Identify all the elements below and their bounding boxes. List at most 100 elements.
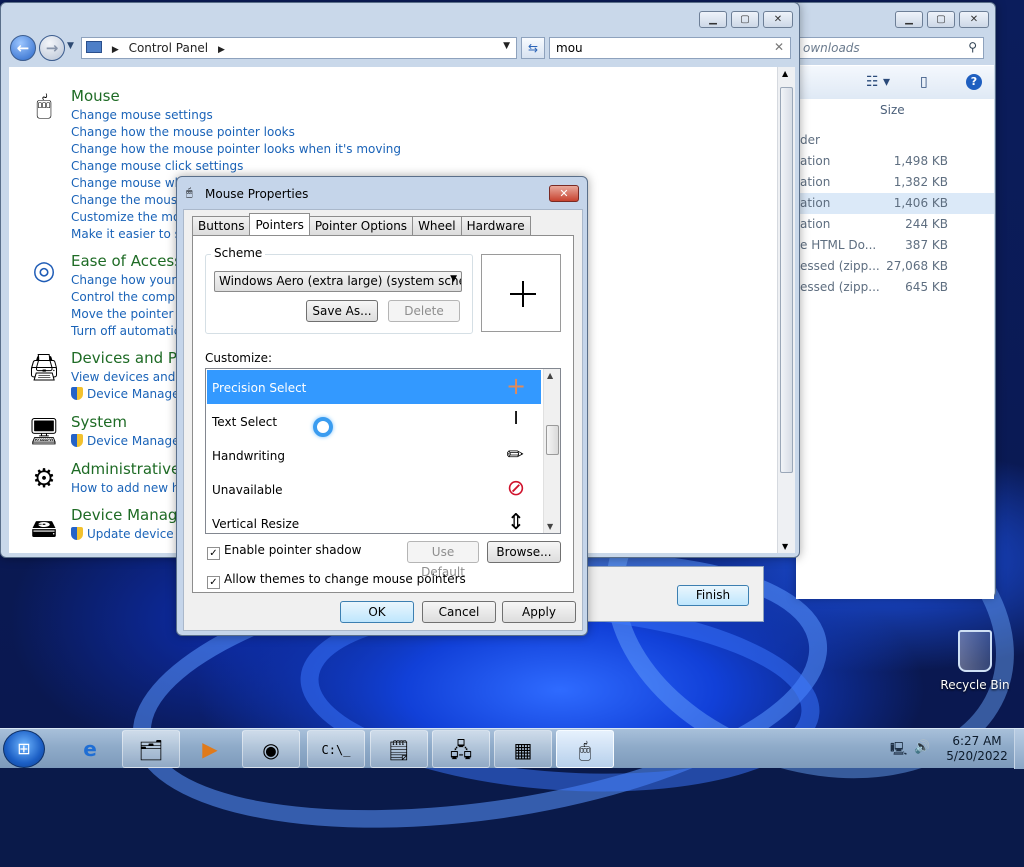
maximize-button[interactable]: ▢: [927, 11, 955, 28]
list-item[interactable]: ation 1,382 KB: [796, 172, 994, 193]
address-dropdown-icon[interactable]: ▼: [503, 41, 510, 51]
cursor-item-text-select[interactable]: Text Select I: [207, 404, 541, 438]
category-link[interactable]: Update device dr: [71, 527, 190, 541]
category-link[interactable]: Change mouse settings: [71, 108, 213, 122]
cancel-button[interactable]: Cancel: [422, 601, 496, 623]
mouse-properties-icon[interactable]: 🖱: [556, 730, 614, 768]
category-title[interactable]: Administrative: [71, 460, 180, 478]
tab-buttons[interactable]: Buttons: [192, 216, 251, 235]
scroll-down-icon[interactable]: ▼: [547, 522, 553, 531]
scroll-thumb[interactable]: [546, 425, 559, 455]
mouse-icon: 🖱: [36, 91, 52, 121]
tab-wheel[interactable]: Wheel: [412, 216, 462, 235]
volume-icon[interactable]: 🔊: [914, 740, 930, 755]
list-item[interactable]: essed (zipp... 27,068 KB: [796, 256, 994, 277]
command-prompt-icon[interactable]: C:\_: [307, 730, 365, 768]
delete-button[interactable]: Delete: [388, 300, 460, 322]
network-status-icon[interactable]: 🖳: [890, 740, 907, 762]
breadcrumb-chevron-icon[interactable]: ▶: [112, 45, 119, 55]
category-title[interactable]: Mouse: [71, 87, 120, 105]
category-link[interactable]: Change mouse click settings: [71, 159, 243, 173]
list-item[interactable]: essed (zipp... 645 KB: [796, 277, 994, 298]
back-button[interactable]: ←: [10, 35, 36, 61]
category-link[interactable]: Device Manager: [71, 434, 184, 448]
cursor-item-handwriting[interactable]: ✎ Handwriting: [207, 438, 541, 472]
category-title[interactable]: System: [71, 413, 127, 431]
category-link[interactable]: Device Manager: [71, 387, 184, 401]
forward-button[interactable]: →: [39, 35, 65, 61]
preview-pane-icon[interactable]: ▯: [920, 74, 928, 90]
use-default-button[interactable]: Use Default: [407, 541, 479, 579]
close-button[interactable]: ✕: [549, 185, 579, 202]
recent-pages-chevron-icon[interactable]: ▼: [67, 41, 74, 51]
category-link[interactable]: Change mouse whe: [71, 176, 190, 190]
ok-button[interactable]: OK: [340, 601, 414, 623]
breadcrumb[interactable]: Control Panel: [129, 41, 209, 55]
clear-search-icon[interactable]: ✕: [774, 40, 784, 54]
address-bar[interactable]: ▶ Control Panel ▶ ▼: [81, 37, 517, 59]
category-link[interactable]: Customize the mou: [71, 210, 188, 224]
internet-explorer-icon[interactable]: e: [61, 730, 119, 768]
tab-hardware[interactable]: Hardware: [460, 216, 531, 235]
allow-themes-checkbox[interactable]: ✓ Allow themes to change mouse pointers: [207, 572, 466, 589]
minimize-button[interactable]: ▁: [895, 11, 923, 28]
control-panel-search-input[interactable]: mou ✕: [549, 37, 791, 59]
category-link[interactable]: Change how your m: [71, 273, 192, 287]
scroll-down-icon[interactable]: ▼: [782, 542, 788, 551]
help-icon[interactable]: ?: [966, 74, 982, 90]
vertical-scrollbar[interactable]: ▲ ▼: [777, 67, 795, 553]
apply-button[interactable]: Apply: [502, 601, 576, 623]
list-item[interactable]: e HTML Do... 387 KB: [796, 235, 994, 256]
scroll-up-icon[interactable]: ▲: [782, 69, 788, 78]
crosshair-cursor-icon: [510, 281, 536, 307]
scheme-dropdown[interactable]: Windows Aero (extra large) (system schem…: [214, 271, 462, 292]
control-panel-icon[interactable]: ▦: [494, 730, 552, 768]
search-icon[interactable]: ⚲: [968, 40, 977, 54]
clock[interactable]: 6:27 AM 5/20/2022: [944, 734, 1010, 764]
minimize-button[interactable]: ▁: [699, 11, 727, 28]
category-link[interactable]: How to add new ha: [71, 481, 187, 495]
cursor-item-vertical-resize[interactable]: Vertical Resize ⇕: [207, 506, 541, 533]
category-link[interactable]: Change how the mouse pointer looks: [71, 125, 295, 139]
list-item[interactable]: ation 1,498 KB: [796, 151, 994, 172]
finish-button[interactable]: Finish: [677, 585, 749, 606]
list-item[interactable]: ation 244 KB: [796, 214, 994, 235]
category-link[interactable]: Change how the mouse pointer looks when …: [71, 142, 401, 156]
column-header-size[interactable]: Size: [880, 103, 905, 117]
category-link[interactable]: Control the comput: [71, 290, 187, 304]
category-link[interactable]: View devices and pr: [71, 370, 192, 384]
close-button[interactable]: ✕: [763, 11, 793, 28]
tab-pointers[interactable]: Pointers: [249, 213, 310, 235]
file-explorer-icon[interactable]: 🗂: [122, 730, 180, 768]
maximize-button[interactable]: ▢: [731, 11, 759, 28]
recycle-bin-shortcut[interactable]: Recycle Bin: [940, 630, 1010, 692]
scroll-up-icon[interactable]: ▲: [547, 371, 553, 380]
cursor-item-unavailable[interactable]: Unavailable ⊘: [207, 472, 541, 506]
tab-pointer-options[interactable]: Pointer Options: [308, 216, 414, 235]
cursor-item-precision-select[interactable]: Precision Select +: [207, 370, 541, 404]
media-player-icon[interactable]: ▶: [181, 730, 239, 768]
refresh-button[interactable]: ⇆: [521, 37, 545, 59]
scheme-value: Windows Aero (extra large) (system schem…: [219, 274, 461, 288]
browse-button[interactable]: Browse...: [487, 541, 561, 563]
list-item[interactable]: ation 1,406 KB: [796, 193, 994, 214]
explorer-search-input[interactable]: ownloads ⚲: [796, 37, 984, 59]
notepad-icon[interactable]: 🗒: [370, 730, 428, 768]
show-desktop-button[interactable]: [1014, 729, 1024, 769]
scheme-group: Windows Aero (extra large) (system schem…: [205, 254, 473, 334]
view-options-icon[interactable]: ☷ ▾: [866, 74, 890, 90]
cursor-list[interactable]: Precision Select + Text Select I ✎ Handw…: [205, 368, 561, 534]
category-title[interactable]: Devices and Pri: [71, 349, 187, 367]
close-button[interactable]: ✕: [959, 11, 989, 28]
chrome-icon[interactable]: ◉: [242, 730, 300, 768]
network-icon[interactable]: 🖧: [432, 730, 490, 768]
scroll-thumb[interactable]: [780, 87, 793, 473]
category-title[interactable]: Device Manage: [71, 506, 187, 524]
cursor-list-scrollbar[interactable]: ▲ ▼: [543, 369, 560, 533]
save-as-button[interactable]: Save As...: [306, 300, 378, 322]
enable-pointer-shadow-checkbox[interactable]: ✓ Enable pointer shadow: [207, 543, 361, 560]
list-item[interactable]: der: [796, 130, 994, 151]
category-link[interactable]: Move the pointer wi: [71, 307, 190, 321]
start-button[interactable]: ⊞: [3, 730, 45, 768]
breadcrumb-chevron-icon[interactable]: ▶: [218, 45, 225, 55]
